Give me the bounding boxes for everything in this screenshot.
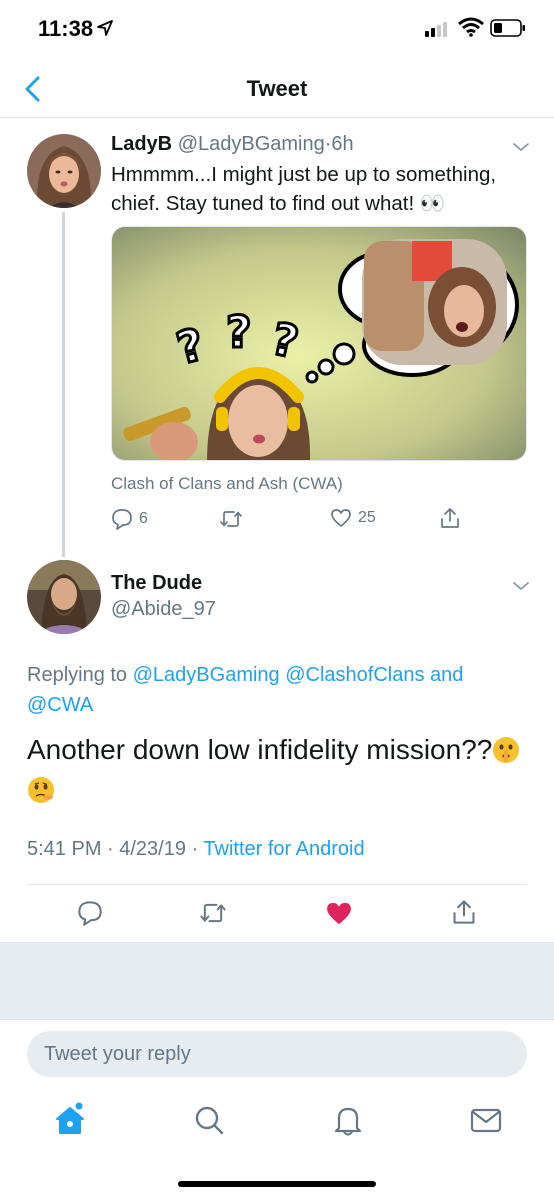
- author-handle[interactable]: @Abide_97: [111, 598, 216, 621]
- retweet-action[interactable]: [199, 901, 227, 925]
- top-nav-bar: Tweet: [0, 60, 554, 118]
- author-name[interactable]: LadyB: [111, 133, 172, 155]
- location-arrow-icon: [97, 20, 113, 36]
- tweet-text: Hmmmm...I might just be up to something,…: [111, 163, 497, 215]
- replying-and: and: [430, 664, 464, 686]
- comment-icon: [112, 509, 132, 530]
- heart-icon: [331, 509, 351, 527]
- heart-icon: [327, 902, 351, 925]
- like-count: 25: [358, 509, 376, 526]
- mention-link[interactable]: @CWA: [27, 694, 93, 716]
- cellular-signal-icon: [425, 21, 447, 37]
- replying-prefix: Replying to: [27, 664, 128, 686]
- search-icon[interactable]: [191, 1102, 227, 1138]
- media-caption[interactable]: Clash of Clans and Ash (CWA): [111, 474, 343, 494]
- content-end-area: [0, 942, 554, 1020]
- reply-placeholder: Tweet your reply: [44, 1043, 191, 1065]
- tweet-text: Another down low infidelity mission??: [27, 734, 493, 765]
- share-action[interactable]: [451, 899, 477, 925]
- tweet-time: 6h: [331, 133, 354, 155]
- chevron-down-icon[interactable]: [511, 140, 531, 154]
- confused-face-emoji-icon: [28, 777, 54, 803]
- tweet-timestamp: 5:41 PM · 4/23/19 ·: [27, 838, 199, 860]
- reply-action[interactable]: 6: [111, 508, 148, 530]
- author-name[interactable]: The Dude: [111, 572, 202, 595]
- reply-count: 6: [139, 510, 148, 527]
- messages-envelope-icon[interactable]: [468, 1102, 504, 1138]
- reply-input[interactable]: Tweet your reply: [27, 1031, 527, 1077]
- author-handle[interactable]: @LadyBGaming: [178, 133, 325, 155]
- thread-connector-line: [62, 212, 65, 557]
- home-indicator-bar[interactable]: [178, 1181, 376, 1187]
- avatar-ladyb[interactable]: [27, 134, 101, 208]
- mention-link[interactable]: @LadyBGaming: [133, 664, 280, 686]
- share-icon: [453, 900, 475, 924]
- divider: [27, 884, 527, 885]
- tweet-main-text: Another down low infidelity mission??: [27, 730, 532, 810]
- notifications-bell-icon[interactable]: [330, 1102, 366, 1138]
- shushing-face-emoji-icon: [493, 737, 520, 763]
- mention-link[interactable]: @ClashofClans: [285, 664, 424, 686]
- retweet-icon: [200, 903, 226, 923]
- chevron-down-icon[interactable]: [511, 579, 531, 593]
- status-time: 11:38: [38, 16, 94, 41]
- page-title: Tweet: [246, 76, 308, 101]
- tweet-source-link[interactable]: Twitter for Android: [203, 838, 364, 860]
- like-action[interactable]: 25: [330, 508, 376, 528]
- replying-to: Replying to @LadyBGaming @ClashofClans a…: [27, 660, 527, 720]
- reply-action[interactable]: [77, 900, 103, 926]
- tweet-meta: 5:41 PM · 4/23/19 · Twitter for Android: [27, 838, 365, 861]
- svg-text:?: ?: [226, 307, 252, 358]
- retweet-icon: [220, 511, 242, 527]
- tweet-header: LadyB @LadyBGaming·6h: [111, 133, 354, 156]
- retweet-action[interactable]: [219, 509, 243, 529]
- status-bar: 11:38: [0, 0, 554, 60]
- like-action[interactable]: [325, 901, 353, 926]
- wifi-icon: [458, 17, 484, 37]
- share-action[interactable]: [439, 507, 461, 529]
- home-icon[interactable]: [52, 1102, 88, 1138]
- avatar-the-dude[interactable]: [27, 560, 101, 634]
- battery-icon: [490, 19, 525, 37]
- comment-icon: [78, 901, 102, 926]
- tweet-media-image[interactable]: ? ? ?: [111, 226, 527, 461]
- share-icon: [441, 508, 459, 528]
